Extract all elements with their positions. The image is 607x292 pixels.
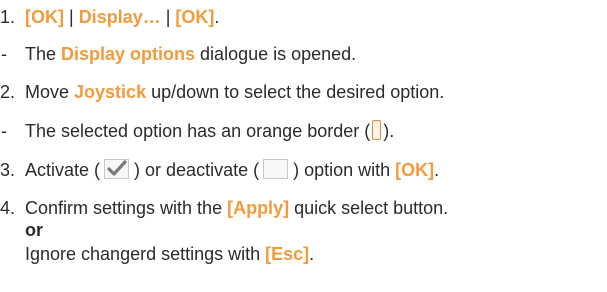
punctuation: . (214, 7, 220, 27)
ok-key: [OK] (395, 160, 435, 180)
result-1: - The Display options dialogue is opened. (0, 43, 356, 65)
separator: | (64, 7, 79, 27)
result-text-post: dialogue is opened. (195, 44, 357, 64)
orange-border-icon (372, 120, 382, 140)
ok-key: [OK] (175, 7, 215, 27)
step-number: 1. (0, 7, 16, 27)
step-text-mid: ) or deactivate ( (134, 160, 260, 180)
result-text-post: ). (383, 121, 395, 141)
step-number: 2. (0, 82, 16, 102)
punctuation: . (434, 160, 440, 180)
punctuation: . (309, 244, 315, 264)
esc-key: [Esc] (265, 244, 310, 264)
step-text-pre: Move (25, 82, 75, 102)
alternative-step: Ignore changerd settings with [Esc]. (25, 243, 314, 265)
result-text-pre: The (25, 44, 62, 64)
step-text-pre: Confirm settings with the (25, 198, 228, 218)
step-text-post: up/down to select the desired option. (146, 82, 445, 102)
alt-text-pre: Ignore changerd settings with (25, 244, 266, 264)
or-label: or (25, 220, 43, 240)
step-text-post: quick select button. (289, 198, 449, 218)
ok-key: [OK] (25, 7, 64, 27)
step-4: 4. Confirm settings with the [Apply] quic… (0, 197, 448, 219)
step-1: 1. [OK] | Display… | [OK]. (0, 6, 219, 28)
step-number: 3. (0, 160, 16, 180)
joystick-label: Joystick (74, 82, 147, 102)
checkbox-checked-icon (103, 158, 131, 180)
separator: | (160, 7, 176, 27)
step-3: 3. Activate ( ) or deactivate ( ) option … (0, 158, 439, 181)
display-menu-item: Display… (78, 7, 161, 27)
result-dash: - (1, 44, 7, 64)
step-2: 2. Move Joystick up/down to select the de… (0, 81, 444, 103)
apply-key: [Apply] (227, 198, 290, 218)
step-text-pre: Activate ( (25, 160, 101, 180)
result-2: - The selected option has an orange borde… (0, 120, 394, 142)
result-dash: - (1, 121, 7, 141)
display-options-label: Display options (61, 44, 196, 64)
checkbox-empty-icon (262, 158, 290, 180)
step-text-post: ) option with (293, 160, 396, 180)
step-number: 4. (0, 198, 16, 218)
result-text-pre: The selected option has an orange border… (25, 121, 371, 141)
